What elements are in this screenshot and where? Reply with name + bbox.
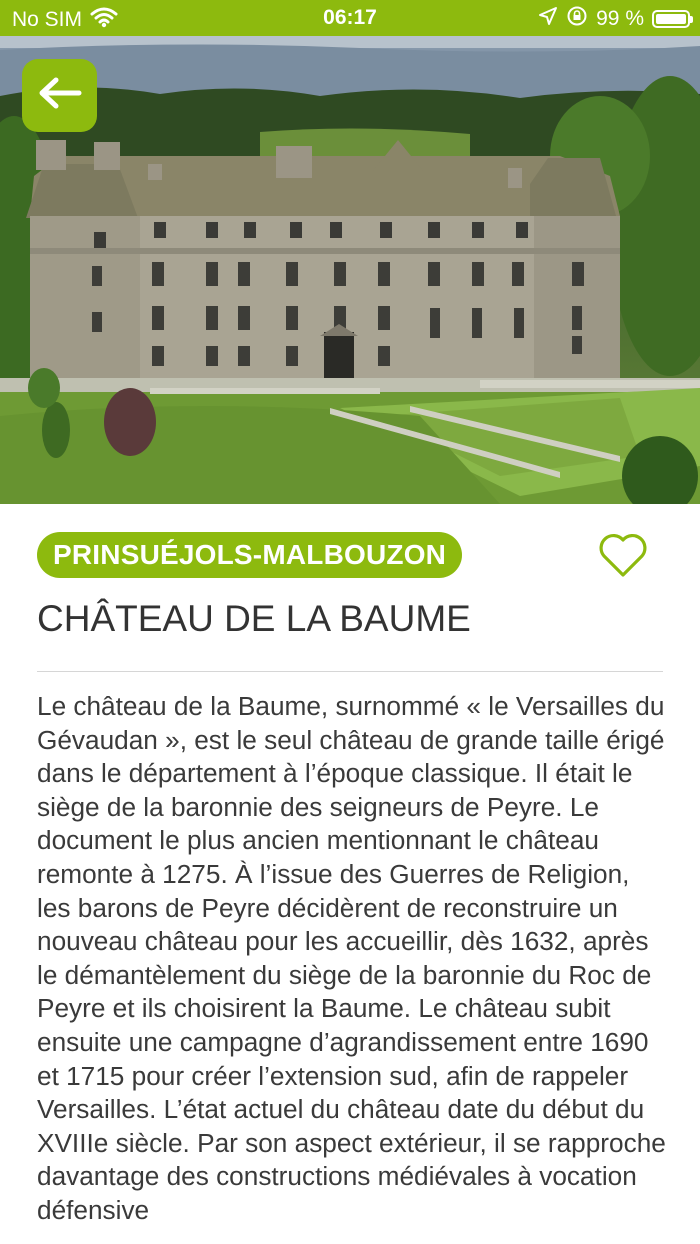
location-badge: PRINSUÉJOLS-MALBOUZON — [37, 532, 463, 578]
chateau-photo — [0, 36, 700, 504]
status-bar: No SIM 06:17 99 % — [0, 0, 700, 36]
favorite-button[interactable] — [596, 530, 650, 580]
page-title: CHÂTEAU DE LA BAUME — [37, 598, 471, 639]
divider — [37, 671, 663, 672]
location-arrow-icon — [538, 6, 558, 32]
description-text: Le château de la Baume, surnommé « le Ve… — [37, 691, 666, 1225]
back-button[interactable] — [22, 59, 97, 132]
battery-percent: 99 % — [596, 7, 644, 30]
status-right: 99 % — [538, 5, 693, 33]
hero-image[interactable] — [0, 36, 700, 504]
orientation-lock-icon — [566, 5, 588, 33]
battery-icon — [652, 10, 693, 28]
battery-fill — [656, 14, 686, 24]
arrow-left-icon — [38, 77, 82, 114]
heart-icon — [596, 533, 650, 584]
